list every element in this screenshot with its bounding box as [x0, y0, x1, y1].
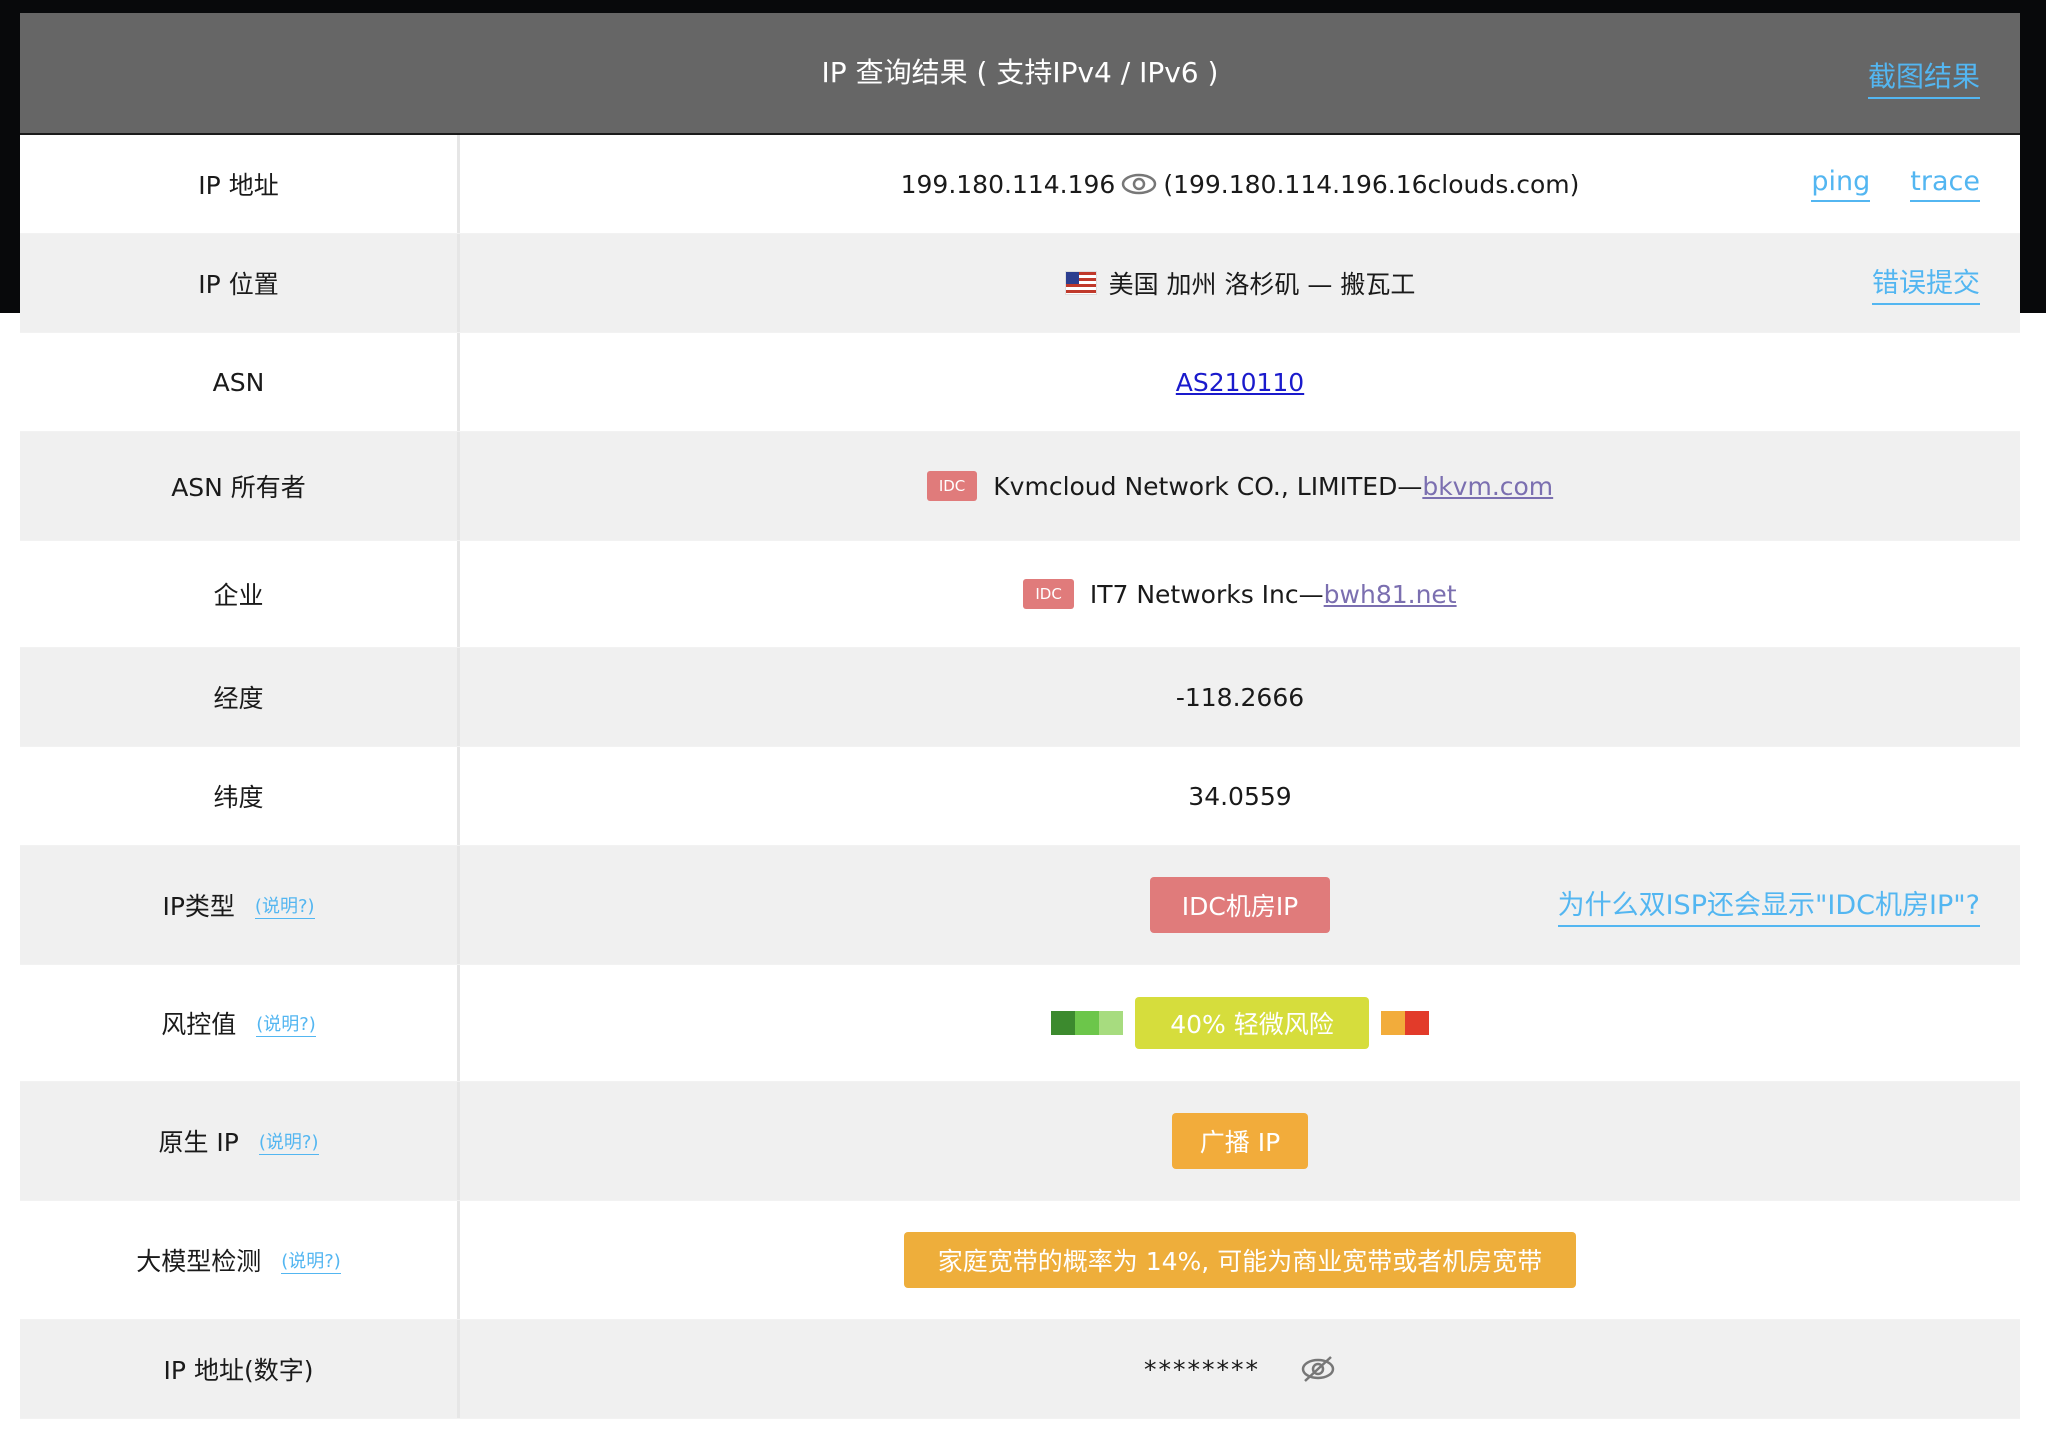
asn-owner-name: Kvmcloud Network CO., LIMITED— [993, 471, 1423, 501]
eye-off-icon[interactable] [1300, 1355, 1336, 1383]
label-longitude: 经度 [20, 648, 460, 746]
row-ip-type: IP类型 (说明?) IDC机房IP 为什么双ISP还会显示"IDC机房IP"? [20, 846, 2020, 965]
value-latitude: 34.0559 [1188, 781, 1292, 811]
risk-segment-medium [1381, 1011, 1405, 1035]
ip-type-links: 为什么双ISP还会显示"IDC机房IP"? [1557, 846, 1980, 964]
ip-tool-links: ping trace [1811, 135, 1980, 233]
row-asn-owner: ASN 所有者 IDC Kvmcloud Network CO., LIMITE… [20, 432, 2020, 541]
llm-check-help-link[interactable]: (说明?) [281, 1247, 341, 1274]
risk-segment-minor-low [1099, 1011, 1123, 1035]
ip-hostname-text: (199.180.114.196.16clouds.com) [1163, 169, 1580, 199]
label-ip-type: IP类型 (说明?) [20, 846, 460, 964]
ip-type-help-link[interactable]: (说明?) [254, 892, 315, 919]
label-risk: 风控值 (说明?) [20, 965, 460, 1081]
us-flag-icon [1064, 271, 1097, 295]
ip-result-card: IP 查询结果 ( 支持IPv4 / IPv6 ) 截图结果 IP 地址 199… [20, 13, 2020, 1419]
row-ip-address: IP 地址 199.180.114.196 (199.180.114.196.1… [20, 135, 2020, 234]
label-ip-address: IP 地址 [20, 135, 460, 233]
value-company: IDC IT7 Networks Inc— bwh81.net [460, 541, 2020, 647]
ping-link[interactable]: ping [1811, 166, 1871, 202]
native-ip-badge: 广播 IP [1172, 1113, 1308, 1169]
llm-check-label-text: 大模型检测 [136, 1247, 262, 1276]
ip-numeric-masked: ******** [1144, 1354, 1260, 1384]
risk-value-badge: 40% 轻微风险 [1135, 997, 1369, 1049]
risk-segment-high [1405, 1011, 1429, 1035]
row-latitude: 纬度 34.0559 [20, 747, 2020, 846]
trace-link[interactable]: trace [1910, 166, 1980, 202]
risk-label-text: 风控值 [161, 1010, 237, 1039]
label-latitude: 纬度 [20, 747, 460, 845]
label-ip-numeric: IP 地址(数字) [20, 1320, 460, 1418]
page-title: IP 查询结果 ( 支持IPv4 / IPv6 ) [821, 56, 1219, 89]
row-llm-check: 大模型检测 (说明?) 家庭宽带的概率为 14%, 可能为商业宽带或者机房宽带 [20, 1201, 2020, 1320]
value-ip-location: 美国 加州 洛杉矶 — 搬瓦工 错误提交 [460, 234, 2020, 332]
report-error-link[interactable]: 错误提交 [1872, 261, 1980, 305]
row-ip-location: IP 位置 美国 加州 洛杉矶 — 搬瓦工 错误提交 [20, 234, 2020, 333]
screenshot-result-link[interactable]: 截图结果 [1867, 55, 1980, 99]
row-risk: 风控值 (说明?) 40% 轻微风险 [20, 965, 2020, 1082]
value-ip-type: IDC机房IP 为什么双ISP还会显示"IDC机房IP"? [460, 846, 2020, 964]
location-text: 美国 加州 洛杉矶 — 搬瓦工 [1108, 270, 1416, 299]
row-ip-numeric: IP 地址(数字) ******** [20, 1320, 2020, 1419]
value-llm-check: 家庭宽带的概率为 14%, 可能为商业宽带或者机房宽带 [460, 1201, 2020, 1319]
value-risk: 40% 轻微风险 [460, 965, 2020, 1081]
risk-meter: 40% 轻微风险 [1051, 997, 1429, 1049]
eye-icon[interactable] [1121, 173, 1157, 195]
company-domain-link[interactable]: bwh81.net [1324, 580, 1457, 609]
row-company: 企业 IDC IT7 Networks Inc— bwh81.net [20, 541, 2020, 648]
value-ip-address: 199.180.114.196 (199.180.114.196.16cloud… [460, 135, 2020, 233]
value-asn: AS210110 [460, 333, 2020, 431]
ip-address-text: 199.180.114.196 [900, 169, 1116, 199]
label-llm-check: 大模型检测 (说明?) [20, 1201, 460, 1319]
value-longitude: -118.2666 [1175, 682, 1305, 712]
risk-segment-very-low [1051, 1011, 1075, 1035]
llm-check-badge: 家庭宽带的概率为 14%, 可能为商业宽带或者机房宽带 [904, 1232, 1576, 1288]
idc-badge: IDC [1023, 579, 1074, 609]
why-idc-link[interactable]: 为什么双ISP还会显示"IDC机房IP"? [1557, 883, 1980, 927]
card-header: IP 查询结果 ( 支持IPv4 / IPv6 ) 截图结果 [20, 13, 2020, 135]
label-native-ip: 原生 IP (说明?) [20, 1082, 460, 1200]
label-asn-owner: ASN 所有者 [20, 432, 460, 540]
asn-owner-domain-link[interactable]: bkvm.com [1422, 472, 1553, 501]
asn-link[interactable]: AS210110 [1176, 368, 1304, 397]
native-ip-label-text: 原生 IP [158, 1128, 239, 1157]
value-ip-numeric: ******** [460, 1320, 2020, 1418]
label-asn: ASN [20, 333, 460, 431]
risk-help-link[interactable]: (说明?) [256, 1010, 316, 1037]
row-native-ip: 原生 IP (说明?) 广播 IP [20, 1082, 2020, 1201]
location-links: 错误提交 [1872, 234, 1980, 332]
ip-type-badge: IDC机房IP [1150, 877, 1330, 933]
value-native-ip: 广播 IP [460, 1082, 2020, 1200]
value-asn-owner: IDC Kvmcloud Network CO., LIMITED— bkvm.… [460, 432, 2020, 540]
idc-badge: IDC [926, 471, 978, 501]
risk-segment-low [1075, 1011, 1099, 1035]
native-ip-help-link[interactable]: (说明?) [258, 1128, 319, 1155]
company-name: IT7 Networks Inc— [1089, 579, 1324, 609]
label-company: 企业 [20, 541, 460, 647]
row-longitude: 经度 -118.2666 [20, 648, 2020, 747]
ip-type-label-text: IP类型 [162, 892, 235, 921]
row-asn: ASN AS210110 [20, 333, 2020, 432]
label-ip-location: IP 位置 [20, 234, 460, 332]
